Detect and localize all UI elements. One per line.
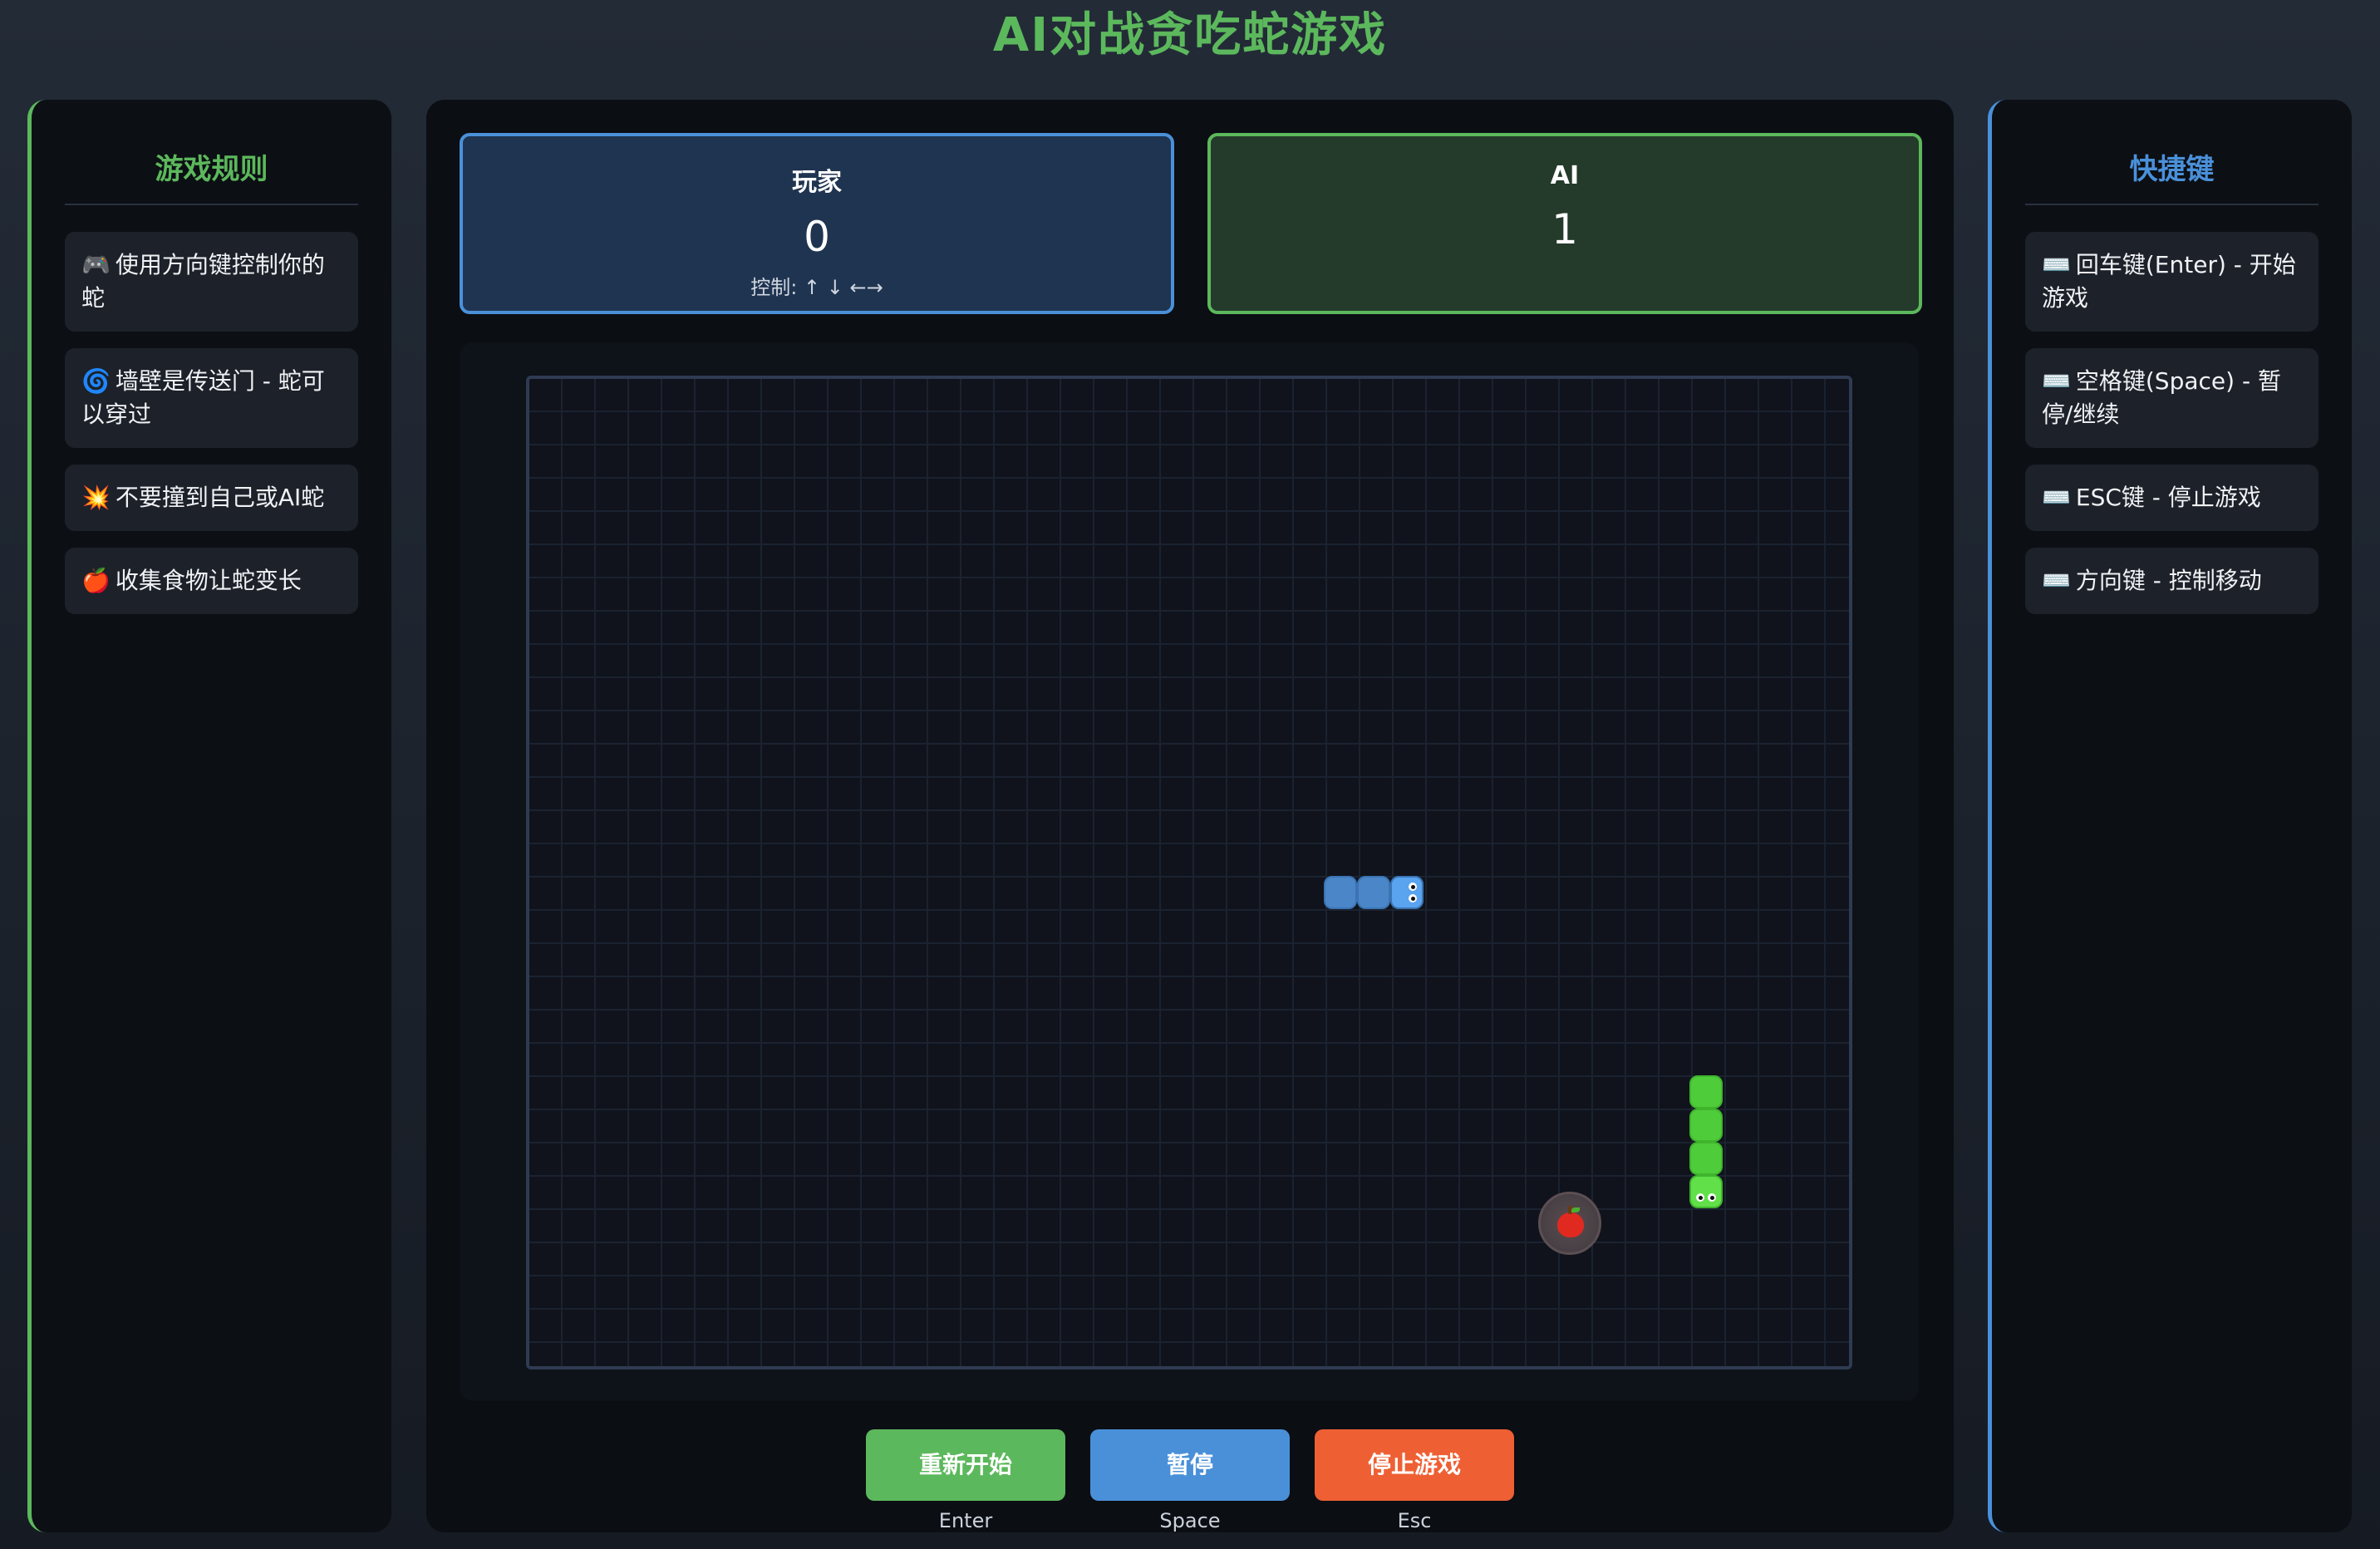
ai-score-card: AI 1: [1207, 133, 1922, 314]
restart-hint: Enter: [938, 1509, 993, 1532]
ai-snake-head: [1689, 1175, 1723, 1208]
food: [1538, 1192, 1601, 1255]
collision-icon: 💥: [81, 484, 111, 511]
board-container: [460, 342, 1919, 1401]
game-area: 玩家 0 控制: ↑ ↓ ←→ AI 1 重新开始 Enter 暂停 Space…: [426, 100, 1954, 1532]
shortcut-item: ⌨️ 空格键(Space) - 暂停/继续: [2025, 348, 2319, 448]
restart-group: 重新开始 Enter: [866, 1429, 1065, 1532]
pause-button[interactable]: 暂停: [1090, 1429, 1290, 1501]
rule-text: 使用方向键控制你的蛇: [81, 251, 325, 312]
rule-item: 🍎 收集食物让蛇变长: [65, 548, 358, 614]
keyboard-icon: ⌨️: [2042, 484, 2071, 511]
rule-text: 不要撞到自己或AI蛇: [115, 484, 325, 511]
restart-button[interactable]: 重新开始: [866, 1429, 1065, 1501]
player-score-card: 玩家 0 控制: ↑ ↓ ←→: [460, 133, 1174, 314]
player-controls-hint: 控制: ↑ ↓ ←→: [750, 276, 883, 299]
eye-icon: [1708, 1193, 1716, 1202]
stop-group: 停止游戏 Esc: [1315, 1429, 1514, 1532]
eye-icon: [1696, 1193, 1704, 1202]
apple-icon: [1557, 1206, 1584, 1237]
rule-text: 墙壁是传送门 - 蛇可以穿过: [81, 367, 325, 428]
ai-snake-segment: [1689, 1075, 1723, 1109]
rule-item: 🎮 使用方向键控制你的蛇: [65, 232, 358, 332]
ai-score: 1: [1551, 205, 1578, 253]
stop-hint: Esc: [1397, 1509, 1432, 1532]
shortcut-item: ⌨️ 回车键(Enter) - 开始游戏: [2025, 232, 2319, 332]
control-buttons: 重新开始 Enter 暂停 Space 停止游戏 Esc: [426, 1429, 1954, 1532]
stop-button[interactable]: 停止游戏: [1315, 1429, 1514, 1501]
portal-icon: 🌀: [81, 367, 111, 395]
eye-icon: [1409, 894, 1417, 902]
game-board[interactable]: [526, 376, 1852, 1370]
rules-panel: 游戏规则 🎮 使用方向键控制你的蛇 🌀 墙壁是传送门 - 蛇可以穿过 💥 不要撞到自己…: [27, 100, 391, 1532]
keyboard-icon: ⌨️: [2042, 251, 2071, 278]
player-name: 玩家: [792, 168, 842, 197]
player-snake-head: [1390, 876, 1424, 909]
player-snake-segment: [1357, 876, 1390, 909]
player-snake-segment: [1324, 876, 1357, 909]
shortcut-item: ⌨️ 方向键 - 控制移动: [2025, 548, 2319, 614]
rule-item: 🌀 墙壁是传送门 - 蛇可以穿过: [65, 348, 358, 448]
player-score: 0: [804, 213, 830, 261]
shortcuts-panel: 快捷键 ⌨️ 回车键(Enter) - 开始游戏 ⌨️ 空格键(Space) - 暂…: [1988, 100, 2352, 1532]
keyboard-icon: ⌨️: [2042, 567, 2071, 594]
eye-icon: [1409, 883, 1417, 891]
gamepad-icon: 🎮: [81, 251, 111, 278]
shortcut-text: 空格键(Space) - 暂停/继续: [2042, 367, 2281, 428]
pause-group: 暂停 Space: [1090, 1429, 1290, 1532]
pause-hint: Space: [1159, 1509, 1221, 1532]
ai-name: AI: [1550, 161, 1580, 190]
rule-text: 收集食物让蛇变长: [115, 567, 302, 594]
shortcut-text: 方向键 - 控制移动: [2075, 567, 2262, 594]
shortcuts-heading: 快捷键: [2025, 130, 2319, 205]
rule-item: 💥 不要撞到自己或AI蛇: [65, 465, 358, 531]
rules-heading: 游戏规则: [65, 130, 358, 205]
ai-snake-segment: [1689, 1142, 1723, 1175]
keyboard-icon: ⌨️: [2042, 367, 2071, 395]
apple-icon: 🍎: [81, 567, 111, 594]
shortcut-text: ESC键 - 停止游戏: [2075, 484, 2261, 511]
ai-snake-segment: [1689, 1109, 1723, 1142]
shortcut-item: ⌨️ ESC键 - 停止游戏: [2025, 465, 2319, 531]
shortcut-text: 回车键(Enter) - 开始游戏: [2042, 251, 2296, 312]
page-title: AI对战贪吃蛇游戏: [992, 8, 1388, 62]
